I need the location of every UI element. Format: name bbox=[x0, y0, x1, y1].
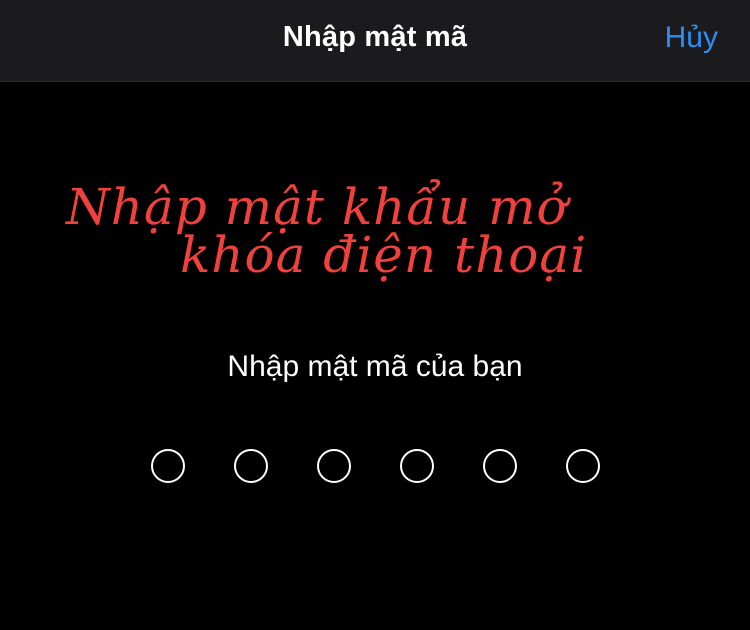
passcode-dots bbox=[0, 449, 750, 483]
passcode-dot bbox=[233, 449, 268, 483]
cancel-button[interactable]: Hủy bbox=[665, 21, 718, 55]
passcode-prompt: Nhập mật mã của bạn bbox=[227, 350, 523, 383]
passcode-dot bbox=[565, 449, 600, 483]
passcode-dot bbox=[399, 449, 434, 483]
passcode-dot bbox=[150, 449, 185, 483]
navigation-bar: Nhập mật mã Hủy bbox=[0, 0, 750, 82]
overlay-caption-line-2: khóa điện thoại bbox=[180, 226, 588, 284]
page-title: Nhập mật mã bbox=[282, 21, 468, 53]
passcode-dot bbox=[482, 449, 517, 483]
passcode-dot bbox=[316, 449, 351, 483]
